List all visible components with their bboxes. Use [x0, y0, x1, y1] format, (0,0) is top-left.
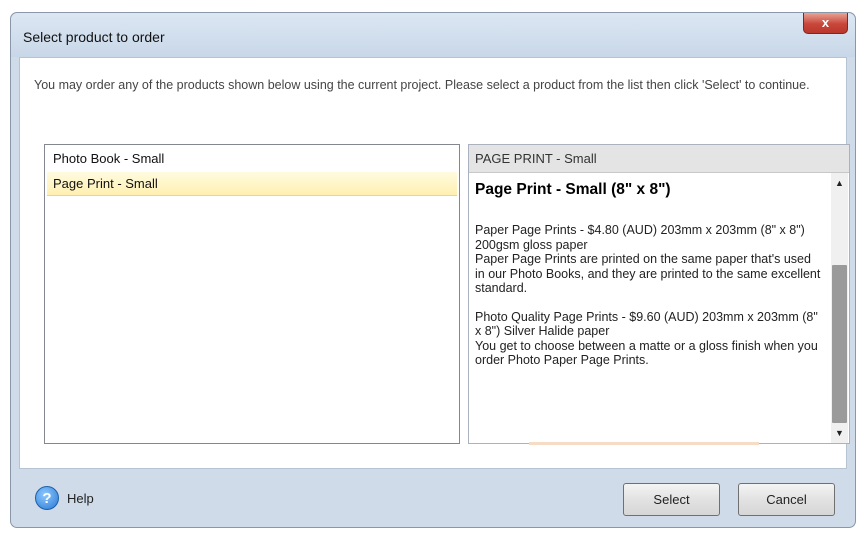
product-list[interactable]: Photo Book - Small Page Print - Small [44, 144, 460, 444]
help-icon[interactable]: ? [35, 486, 59, 510]
detail-paragraph-paper: Paper Page Prints - $4.80 (AUD) 203mm x … [475, 223, 821, 296]
close-button[interactable]: x [803, 13, 848, 34]
instruction-text: You may order any of the products shown … [34, 78, 810, 92]
product-detail-panel: PAGE PRINT - Small Page Print - Small (8… [468, 144, 850, 445]
detail-scrollbar[interactable]: ▲ ▼ [831, 173, 848, 443]
detail-text: Photo Quality Page Prints - $9.60 (AUD) … [475, 309, 818, 339]
list-item-page-print-small[interactable]: Page Print - Small [47, 172, 457, 196]
select-button[interactable]: Select [623, 483, 720, 516]
scroll-down-icon[interactable]: ▼ [831, 423, 848, 443]
dialog-title: Select product to order [23, 29, 165, 45]
dialog-titlebar[interactable]: Select product to order x [11, 13, 855, 57]
help-link[interactable]: Help [67, 491, 94, 506]
detail-paragraph-photo: Photo Quality Page Prints - $9.60 (AUD) … [475, 310, 821, 368]
select-product-dialog: Select product to order x You may order … [10, 12, 856, 528]
dialog-body: You may order any of the products shown … [19, 57, 850, 469]
dialog-footer: ? Help Select Cancel [11, 471, 855, 527]
detail-header: PAGE PRINT - Small [469, 145, 849, 173]
detail-text: You get to choose between a matte or a g… [475, 338, 818, 368]
scroll-thumb[interactable] [832, 265, 847, 423]
detail-text: Paper Page Prints are printed on the sam… [475, 252, 821, 295]
cancel-button[interactable]: Cancel [738, 483, 835, 516]
detail-content: Page Print - Small (8" x 8") Paper Page … [475, 181, 821, 436]
scroll-up-icon[interactable]: ▲ [831, 173, 848, 193]
list-item-photo-book-small[interactable]: Photo Book - Small [47, 147, 457, 170]
close-icon: x [821, 15, 830, 30]
detail-text: Paper Page Prints - $4.80 (AUD) 203mm x … [475, 223, 805, 252]
detail-title: Page Print - Small (8" x 8") [475, 181, 671, 198]
image-edge [529, 442, 759, 445]
